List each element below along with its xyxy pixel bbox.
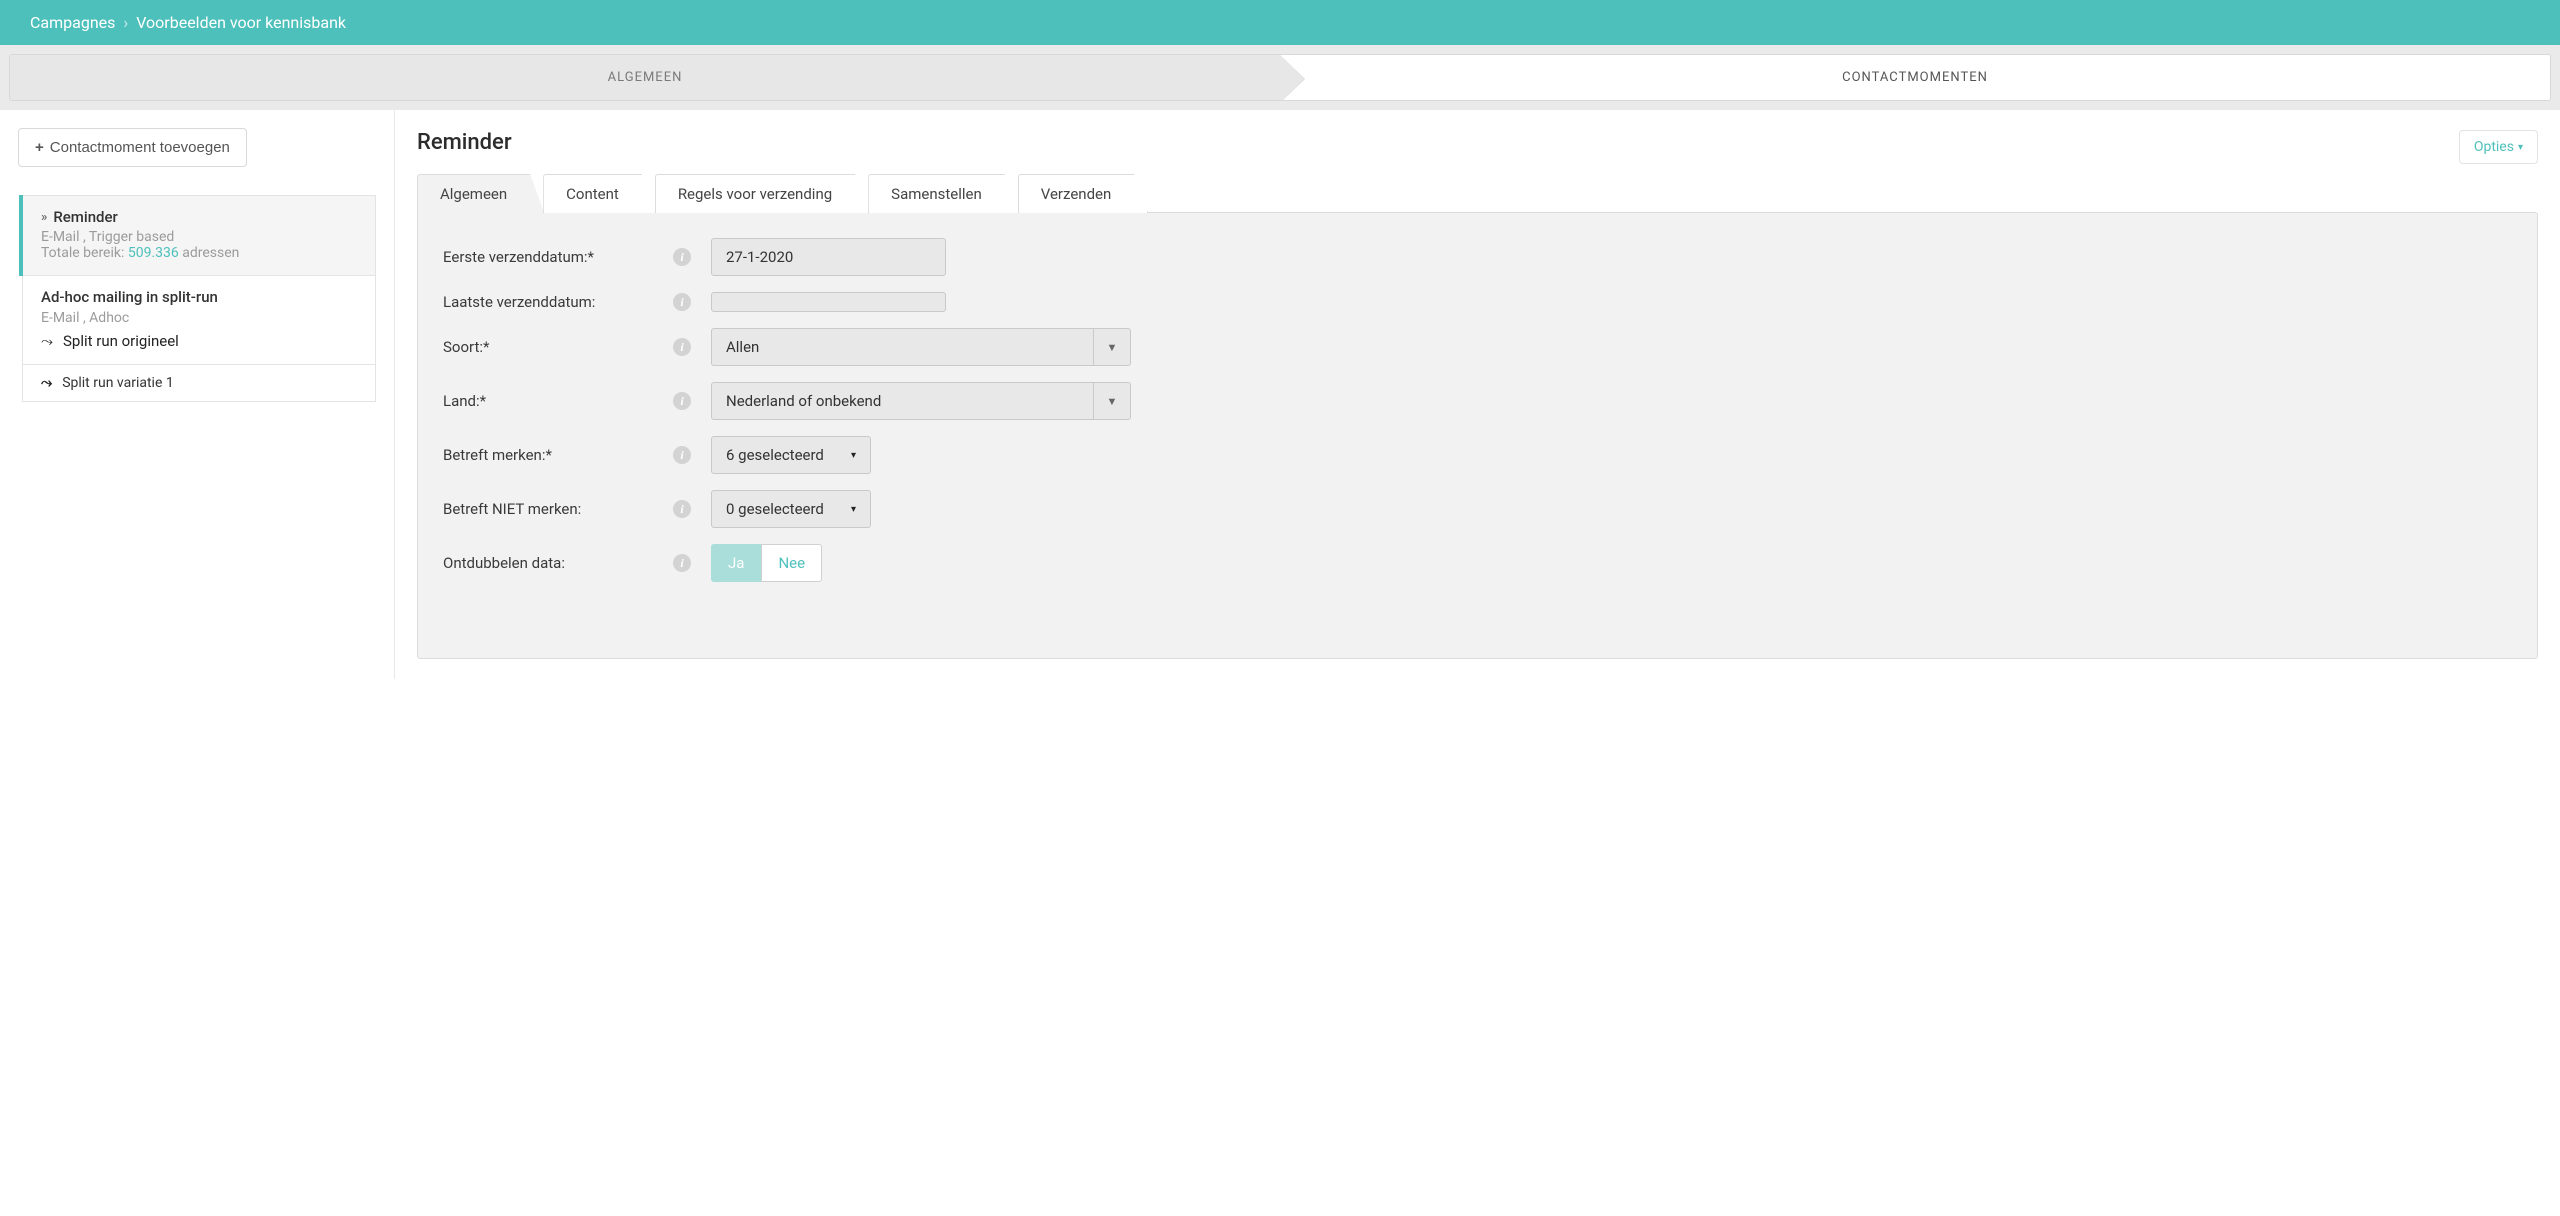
row-ontdubbelen: Ontdubbelen data: i Ja Nee: [443, 544, 2512, 582]
tab-algemeen[interactable]: Algemeen: [417, 174, 544, 213]
multiselect-niet-merken[interactable]: 0 geselecteerd ▾: [711, 490, 871, 528]
sidebar-item-reach: Totale bereik: 509.336 adressen: [41, 245, 357, 261]
label-first-send: Eerste verzenddatum:*: [443, 248, 673, 266]
sidebar-item-split-variation[interactable]: ⤳ Split run variatie 1: [22, 365, 376, 402]
multiselect-merken-value: 6 geselecteerd: [726, 446, 824, 464]
wizard-tabs: ALGEMEEN CONTACTMOMENTEN: [9, 54, 2551, 101]
reach-suffix: adressen: [179, 245, 240, 261]
main-panel: Reminder Opties ▾ Algemeen Content Regel…: [395, 110, 2560, 679]
select-soort[interactable]: Allen ▼: [711, 328, 1131, 366]
tab-verzenden[interactable]: Verzenden: [1018, 174, 1149, 213]
triangle-down-icon: ▾: [851, 504, 856, 515]
info-icon[interactable]: i: [673, 293, 691, 311]
options-dropdown[interactable]: Opties ▾: [2459, 130, 2538, 164]
select-soort-value: Allen: [711, 328, 1093, 366]
toggle-ja[interactable]: Ja: [711, 544, 761, 582]
multiselect-merken[interactable]: 6 geselecteerd ▾: [711, 436, 871, 474]
toggle-ontdubbelen: Ja Nee: [711, 544, 822, 582]
split-run-origineel: Split run origineel: [63, 332, 179, 350]
input-first-send[interactable]: 27-1-2020: [711, 238, 946, 276]
detail-tabs: Algemeen Content Regels voor verzending …: [417, 174, 2538, 213]
caret-down-icon: ▾: [2518, 142, 2523, 153]
sidebar-item-reminder[interactable]: » Reminder E-Mail , Trigger based Totale…: [22, 195, 376, 276]
chevron-down-icon: ▼: [1093, 328, 1131, 366]
tab-samenstellen[interactable]: Samenstellen: [868, 174, 1019, 213]
wizard-step-contactmomenten[interactable]: CONTACTMOMENTEN: [1280, 55, 2550, 100]
sidebar: + Contactmoment toevoegen » Reminder E-M…: [0, 110, 395, 679]
sidebar-item-title: Reminder: [53, 208, 118, 226]
info-icon[interactable]: i: [673, 500, 691, 518]
info-icon[interactable]: i: [673, 338, 691, 356]
label-niet-merken: Betreft NIET merken:: [443, 500, 673, 518]
row-soort: Soort:* i Allen ▼: [443, 328, 2512, 366]
label-last-send: Laatste verzenddatum:: [443, 293, 673, 311]
row-last-send: Laatste verzenddatum: i: [443, 292, 2512, 312]
breadcrumb-root[interactable]: Campagnes: [30, 13, 115, 32]
tab-content[interactable]: Content: [543, 174, 656, 213]
reach-number: 509.336: [128, 245, 179, 261]
wizard-tabs-container: ALGEMEEN CONTACTMOMENTEN: [0, 45, 2560, 110]
plus-icon: +: [35, 139, 44, 156]
label-soort: Soort:*: [443, 338, 673, 356]
select-land[interactable]: Nederland of onbekend ▼: [711, 382, 1131, 420]
breadcrumb-current: Voorbeelden voor kennisbank: [136, 13, 346, 32]
row-first-send: Eerste verzenddatum:* i 27-1-2020: [443, 238, 2512, 276]
input-last-send[interactable]: [711, 292, 946, 312]
multiselect-niet-merken-value: 0 geselecteerd: [726, 500, 824, 518]
row-land: Land:* i Nederland of onbekend ▼: [443, 382, 2512, 420]
sidebar-item-meta: E-Mail , Adhoc: [41, 310, 357, 326]
body: + Contactmoment toevoegen » Reminder E-M…: [0, 110, 2560, 679]
info-icon[interactable]: i: [673, 392, 691, 410]
chevron-right-icon: ›: [123, 13, 128, 32]
options-label: Opties: [2474, 139, 2514, 155]
add-contactmoment-button[interactable]: + Contactmoment toevoegen: [18, 128, 247, 167]
select-land-value: Nederland of onbekend: [711, 382, 1093, 420]
chevron-down-icon: ▼: [1093, 382, 1131, 420]
info-icon[interactable]: i: [673, 446, 691, 464]
double-chevron-icon: »: [41, 210, 47, 225]
breadcrumb-bar: Campagnes › Voorbeelden voor kennisbank: [0, 0, 2560, 45]
label-merken: Betreft merken:*: [443, 446, 673, 464]
tab-regels[interactable]: Regels voor verzending: [655, 174, 869, 213]
label-ontdubbelen: Ontdubbelen data:: [443, 554, 673, 572]
contactmoment-list: » Reminder E-Mail , Trigger based Totale…: [18, 195, 376, 402]
sidebar-item-meta: E-Mail , Trigger based: [41, 229, 357, 245]
row-niet-merken: Betreft NIET merken: i 0 geselecteerd ▾: [443, 490, 2512, 528]
page-title: Reminder: [417, 130, 512, 155]
fork-icon: ⤳: [41, 375, 52, 391]
info-icon[interactable]: i: [673, 248, 691, 266]
label-land: Land:*: [443, 392, 673, 410]
sidebar-item-adhoc[interactable]: Ad-hoc mailing in split-run E-Mail , Adh…: [22, 276, 376, 365]
wizard-step-algemeen[interactable]: ALGEMEEN: [10, 55, 1280, 100]
main-header: Reminder Opties ▾: [417, 130, 2538, 164]
split-run-variation-label: Split run variatie 1: [62, 375, 174, 391]
toggle-nee[interactable]: Nee: [761, 544, 822, 582]
info-icon[interactable]: i: [673, 554, 691, 572]
triangle-down-icon: ▾: [851, 450, 856, 461]
reach-label: Totale bereik:: [41, 245, 128, 261]
sidebar-item-title: Ad-hoc mailing in split-run: [41, 288, 218, 306]
form-panel: Eerste verzenddatum:* i 27-1-2020 Laatst…: [417, 212, 2538, 659]
row-merken: Betreft merken:* i 6 geselecteerd ▾: [443, 436, 2512, 474]
add-contactmoment-label: Contactmoment toevoegen: [50, 139, 230, 156]
fork-icon: ⤳: [41, 332, 53, 350]
